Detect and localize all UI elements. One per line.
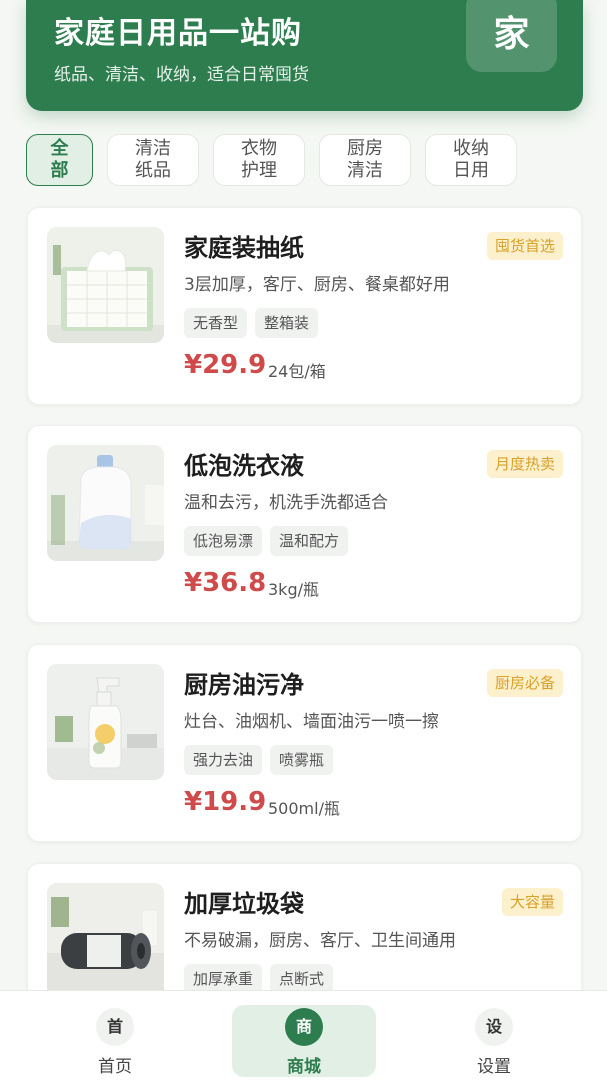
product-badge: 大容量 [501,888,563,916]
product-unit: 500ml/瓶 [268,799,340,818]
product-tags: 无香型 整箱装 [184,308,319,338]
product-unit: 24包/箱 [268,362,326,381]
product-tag: 强力去油 [184,745,263,775]
product-name: 厨房油污净 [184,671,304,699]
shop-header: 家庭日用品一站购 纸品、清洁、收纳，适合日常囤货 家 [26,0,583,111]
brand-badge: 家 [466,0,557,72]
product-unit: 3kg/瓶 [268,580,319,599]
product-card[interactable]: 家庭装抽纸 囤货首选 3层加厚，客厅、厨房、餐桌都好用 无香型 整箱装 ¥29.… [27,207,582,405]
shop-icon: 商 [285,1008,323,1046]
app-page: 家庭日用品一站购 纸品、清洁、收纳，适合日常囤货 家 全 部 清洁 纸品 衣物 … [0,0,607,1080]
tissue-box-icon [47,227,164,343]
product-tag: 无香型 [184,308,248,338]
page-title: 家庭日用品一站购 [54,16,302,51]
nav-label: 设置 [477,1057,511,1077]
tab-all[interactable]: 全 部 [26,134,93,186]
product-name: 家庭装抽纸 [184,234,304,262]
settings-icon: 设 [475,1008,513,1046]
nav-shop[interactable]: 商 商城 [232,1005,376,1077]
tab-cleaning-paper[interactable]: 清洁 纸品 [107,134,199,186]
product-description: 灶台、油烟机、墙面油污一喷一擦 [184,712,439,732]
product-tags: 低泡易漂 温和配方 [184,526,349,556]
nav-home[interactable]: 首 首页 [43,1005,187,1077]
product-badge: 厨房必备 [486,669,563,697]
product-description: 温和去污，机洗手洗都适合 [184,493,388,513]
product-name: 加厚垃圾袋 [184,890,304,918]
product-tags: 强力去油 喷雾瓶 [184,745,334,775]
product-badge: 月度热卖 [486,450,563,478]
product-name: 低泡洗衣液 [184,452,304,480]
nav-settings[interactable]: 设 设置 [422,1005,566,1077]
product-card[interactable]: 低泡洗衣液 月度热卖 温和去污，机洗手洗都适合 低泡易漂 温和配方 ¥36.8 … [27,425,582,623]
product-description: 不易破漏，厨房、客厅、卫生间通用 [184,931,456,951]
page-subtitle: 纸品、清洁、收纳，适合日常囤货 [54,65,309,85]
product-tag: 整箱装 [255,308,319,338]
product-description: 3层加厚，客厅、厨房、餐桌都好用 [184,275,450,295]
product-price: ¥29.9 [184,350,267,380]
product-card[interactable]: 厨房油污净 厨房必备 灶台、油烟机、墙面油污一喷一擦 强力去油 喷雾瓶 ¥19.… [27,644,582,842]
bottom-nav: 首 首页 商 商城 设 设置 [0,990,607,1080]
tab-laundry-care[interactable]: 衣物 护理 [213,134,305,186]
nav-label: 商城 [287,1057,321,1077]
tab-kitchen-cleaning[interactable]: 厨房 清洁 [319,134,411,186]
product-tag: 喷雾瓶 [270,745,334,775]
garbage-bag-roll-icon [47,883,164,999]
detergent-bottle-icon [47,445,164,561]
product-price: ¥36.8 [184,568,267,598]
category-tabs: 全 部 清洁 纸品 衣物 护理 厨房 清洁 收纳 日用 [26,134,517,186]
product-tag: 低泡易漂 [184,526,263,556]
product-price: ¥19.9 [184,787,267,817]
spray-bottle-icon [47,664,164,780]
tab-storage-daily[interactable]: 收纳 日用 [425,134,517,186]
nav-label: 首页 [98,1057,132,1077]
product-badge: 囤货首选 [486,232,563,260]
home-icon: 首 [96,1008,134,1046]
product-tag: 温和配方 [270,526,349,556]
